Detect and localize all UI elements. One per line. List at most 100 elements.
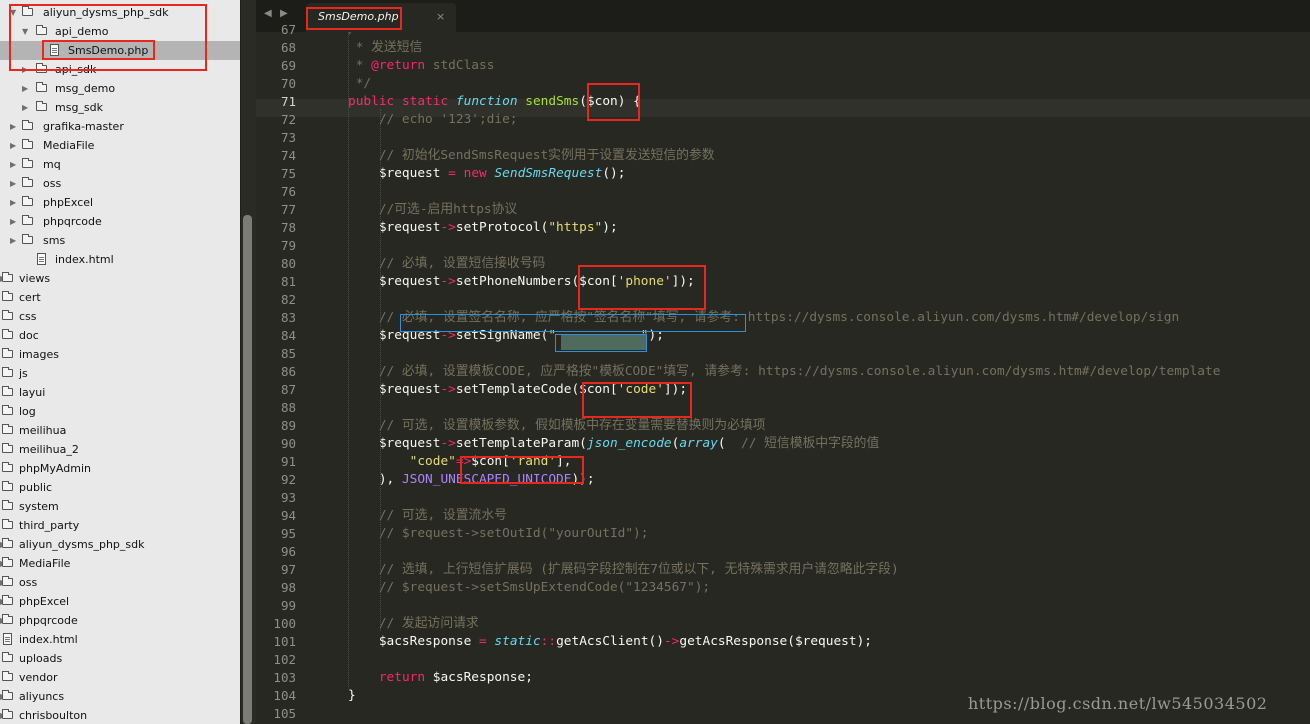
folder-icon	[2, 481, 13, 491]
tree-folder-item[interactable]: meilihua_2	[0, 440, 240, 459]
tree-folder-item[interactable]: meilihua	[0, 421, 240, 440]
tree-folder-item[interactable]: doc	[0, 326, 240, 345]
tree-folder-item[interactable]: system	[0, 497, 240, 516]
tree-folder-item[interactable]: ▶ mq	[0, 155, 240, 174]
line-number: 97	[280, 562, 296, 577]
tree-item-label: chrisboulton	[19, 709, 88, 722]
code-token: array	[679, 436, 718, 451]
line-number: 73	[280, 130, 296, 145]
code-token: // 必填, 设置模板CODE, 应严格按"模板CODE"填写, 请参考: ht…	[348, 364, 1221, 379]
folder-icon	[2, 595, 13, 605]
close-icon[interactable]: ×	[436, 10, 445, 23]
tree-folder-item[interactable]: ▶MediaFile	[0, 136, 240, 155]
tree-folder-item[interactable]: third_party	[0, 516, 240, 535]
tree-item-label: index.html	[55, 253, 114, 266]
tree-item-label: aliyun_dysms_php_sdk	[19, 538, 145, 551]
annotation-box-con-param	[587, 83, 640, 121]
tree-folder-item[interactable]: layui	[0, 383, 240, 402]
code-editor[interactable]: /** * 发送短信 * @return stdClass */ public s…	[316, 32, 1310, 724]
tree-folder-item[interactable]: ▶ grafika-master	[0, 117, 240, 136]
tree-folder-item[interactable]: public	[0, 478, 240, 497]
tree-item-label: phpMyAdmin	[19, 462, 91, 475]
collapsed-arrow-icon[interactable]: ▶	[10, 174, 16, 193]
tree-folder-item[interactable]: images	[0, 345, 240, 364]
folder-icon	[2, 671, 13, 681]
tree-folder-item[interactable]: js	[0, 364, 240, 383]
tree-file-item[interactable]: index.html	[0, 630, 240, 649]
tree-folder-item[interactable]: uploads	[0, 649, 240, 668]
code-token: "https"	[548, 220, 603, 235]
tree-folder-item[interactable]: ▶oss	[0, 573, 240, 592]
tree-folder-item[interactable]: ▶phpExcel	[0, 592, 240, 611]
collapsed-arrow-icon[interactable]: ▶	[22, 79, 28, 98]
tree-folder-item[interactable]: ▶ msg_demo	[0, 79, 240, 98]
code-token: // 短信模板中字段的值	[740, 436, 880, 451]
collapsed-arrow-icon[interactable]: ▶	[10, 155, 16, 174]
tree-folder-item[interactable]: ▶aliyun_dysms_php_sdk	[0, 535, 240, 554]
code-token: "code"	[409, 454, 456, 469]
collapsed-arrow-icon[interactable]: ▶	[10, 231, 16, 250]
code-token: ->	[663, 634, 680, 649]
sidebar-scrollbar-thumb[interactable]	[243, 215, 252, 724]
indent-guide	[348, 32, 349, 687]
folder-icon	[2, 443, 13, 453]
folder-icon	[2, 557, 13, 567]
line-number: 92	[280, 472, 296, 487]
line-number: 79	[280, 238, 296, 253]
tree-item-label: msg_demo	[55, 82, 116, 95]
code-line: $request->setPhoneNumbers($con['phone'])…	[348, 273, 1310, 291]
tree-item-label: oss	[19, 576, 38, 589]
code-token: $acsResponse;	[425, 670, 533, 685]
collapsed-arrow-icon[interactable]: ▶	[10, 117, 16, 136]
tree-folder-item[interactable]: log	[0, 402, 240, 421]
collapsed-arrow-icon[interactable]: ▶	[10, 193, 16, 212]
tree-folder-item[interactable]: ▶views	[0, 269, 240, 288]
tree-folder-item[interactable]: ▶oss	[0, 174, 240, 193]
tree-folder-item[interactable]: vendor	[0, 668, 240, 687]
tree-item-label: third_party	[19, 519, 80, 532]
indent-guide	[380, 109, 381, 631]
code-token: stdClass	[425, 58, 495, 73]
collapsed-arrow-icon[interactable]: ▶	[10, 212, 16, 231]
tree-folder-item[interactable]: ▶aliyuncs	[0, 687, 240, 706]
tree-folder-item[interactable]: ▶ msg_sdk	[0, 98, 240, 117]
annotation-box-sign-comment	[400, 314, 746, 332]
folder-icon	[2, 538, 13, 548]
code-token: sendSms	[525, 94, 580, 109]
line-number-gutter: 67 68 69 70 71 72 73 74 75 76 77 78 79 80 81 82 83 84 85 86…	[256, 22, 306, 724]
code-token: =	[448, 166, 456, 181]
tree-item-label: images	[19, 348, 59, 361]
collapsed-arrow-icon[interactable]: ▶	[10, 136, 16, 155]
tree-file-item[interactable]: index.html	[0, 250, 240, 269]
line-number: 72	[280, 112, 296, 127]
tab-bar: ◀ ▶ SmsDemo.php ×	[256, 0, 1310, 32]
folder-icon	[2, 291, 13, 301]
tree-folder-item[interactable]: ▶MediaFile	[0, 554, 240, 573]
tree-item-label: meilihua_2	[19, 443, 79, 456]
code-line: $request->setProtocol("https");	[348, 219, 1310, 237]
back-arrow-icon[interactable]: ◀	[264, 8, 272, 19]
annotation-box-rand	[460, 456, 584, 484]
line-number: 96	[280, 544, 296, 559]
folder-icon	[2, 690, 13, 700]
tree-folder-item[interactable]: ▶ sms	[0, 231, 240, 250]
tree-folder-item[interactable]: ▶ phpExcel	[0, 193, 240, 212]
forward-arrow-icon[interactable]: ▶	[280, 8, 288, 19]
code-token: // $request->setSmsUpExtendCode("1234567…	[348, 580, 711, 595]
code-token: */	[348, 76, 372, 91]
tree-item-label: phpExcel	[43, 196, 94, 209]
tree-folder-item[interactable]: phpMyAdmin	[0, 459, 240, 478]
folder-icon	[22, 158, 33, 168]
tree-folder-item[interactable]: cert	[0, 288, 240, 307]
line-number: 83	[280, 310, 296, 325]
tree-folder-item[interactable]: ▶chrisboulton	[0, 706, 240, 724]
tree-folder-item[interactable]: css	[0, 307, 240, 326]
tree-folder-item[interactable]: ▶phpqrcode	[0, 212, 240, 231]
tree-folder-item[interactable]: ▶phpqrcode	[0, 611, 240, 630]
tree-item-label: public	[19, 481, 53, 494]
tree-item-label: css	[19, 310, 37, 323]
collapsed-arrow-icon[interactable]: ▶	[22, 98, 28, 117]
folder-icon	[2, 405, 13, 415]
